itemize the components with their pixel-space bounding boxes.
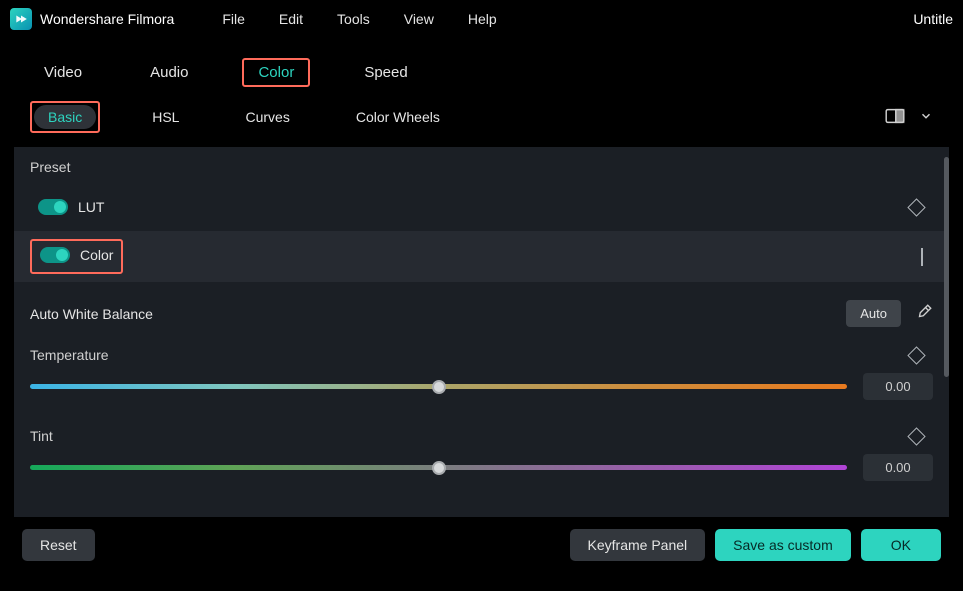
highlight-color-row: Color (30, 239, 123, 274)
color-keyframe-icon[interactable] (921, 248, 923, 266)
main-tabs: Video Audio Color Speed (0, 38, 963, 87)
auto-white-balance-row: Auto White Balance Auto (14, 282, 949, 337)
lut-row: LUT (30, 189, 933, 225)
menu-help[interactable]: Help (468, 11, 497, 27)
app-title: Wondershare Filmora (40, 11, 174, 27)
temperature-slider-thumb[interactable] (432, 380, 446, 394)
menu-edit[interactable]: Edit (279, 11, 303, 27)
temperature-slider[interactable] (30, 384, 847, 389)
preset-heading: Preset (30, 159, 933, 175)
chevron-down-icon[interactable] (919, 109, 933, 126)
tint-slider-thumb[interactable] (432, 461, 446, 475)
scrollbar[interactable] (944, 157, 949, 377)
save-as-custom-button[interactable]: Save as custom (715, 529, 851, 561)
footer: Reset Keyframe Panel Save as custom OK (0, 517, 963, 573)
color-label: Color (80, 247, 113, 263)
menu-view[interactable]: View (404, 11, 434, 27)
lut-toggle[interactable] (38, 199, 68, 215)
menu-tools[interactable]: Tools (337, 11, 370, 27)
subtab-hsl[interactable]: HSL (138, 105, 193, 129)
highlight-subtab-basic: Basic (30, 101, 100, 133)
document-title: Untitle (913, 11, 953, 27)
tint-keyframe-icon[interactable] (907, 427, 925, 445)
tint-slider[interactable] (30, 465, 847, 470)
app-logo-icon (10, 8, 32, 30)
highlight-tab-color: Color (242, 58, 310, 87)
titlebar: Wondershare Filmora File Edit Tools View… (0, 0, 963, 38)
menubar: File Edit Tools View Help (222, 11, 496, 27)
compare-view-icon[interactable] (885, 108, 905, 127)
ok-button[interactable]: OK (861, 529, 941, 561)
menu-file[interactable]: File (222, 11, 245, 27)
color-panel: Preset LUT Color Auto White Balance Auto… (14, 147, 949, 517)
tab-color[interactable]: Color (246, 62, 306, 83)
temperature-value[interactable] (863, 373, 933, 400)
subtab-color-wheels[interactable]: Color Wheels (342, 105, 454, 129)
tab-speed[interactable]: Speed (350, 58, 421, 87)
eyedropper-icon[interactable] (915, 303, 933, 324)
keyframe-panel-button[interactable]: Keyframe Panel (570, 529, 706, 561)
color-toggle[interactable] (40, 247, 70, 263)
reset-button[interactable]: Reset (22, 529, 95, 561)
sub-tabs: Basic HSL Curves Color Wheels (0, 87, 963, 147)
subtab-curves[interactable]: Curves (231, 105, 303, 129)
temperature-keyframe-icon[interactable] (907, 346, 925, 364)
tab-audio[interactable]: Audio (136, 58, 202, 87)
lut-label: LUT (78, 199, 104, 215)
subtab-basic[interactable]: Basic (34, 105, 96, 129)
tint-label: Tint (30, 428, 53, 444)
awb-label: Auto White Balance (30, 306, 153, 322)
tab-video[interactable]: Video (30, 58, 96, 87)
tint-value[interactable] (863, 454, 933, 481)
temperature-block: Temperature (14, 337, 949, 404)
tint-block: Tint (14, 418, 949, 485)
lut-keyframe-icon[interactable] (907, 198, 925, 216)
auto-button[interactable]: Auto (846, 300, 901, 327)
temperature-label: Temperature (30, 347, 109, 363)
